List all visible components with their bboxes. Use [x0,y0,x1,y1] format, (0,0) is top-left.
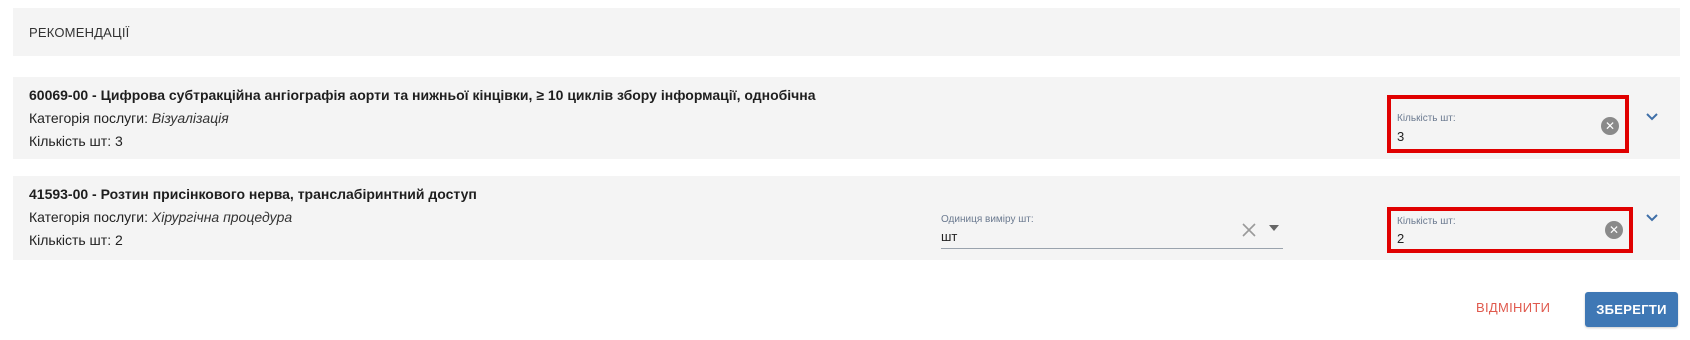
category-label: Категорія послуги: [29,209,148,225]
cancel-button[interactable]: ВІДМІНИТИ [1476,300,1550,315]
quantity-label: Кількість шт: [1397,113,1456,124]
item-title: 60069-00 - Цифрова субтракційна ангіогра… [29,87,816,103]
quantity-field[interactable]: Кількість шт: 3 ✕ [1387,95,1629,153]
unit-label: Одиниця виміру шт: [941,214,1034,225]
unit-select[interactable]: Одиниця виміру шт: шт [941,214,1283,249]
item-count: Кількість шт: 2 [29,232,123,248]
recommendation-item: 41593-00 - Розтин присінкового нерва, тр… [13,176,1680,260]
quantity-input[interactable]: 2 [1397,231,1404,246]
clear-circle-icon[interactable]: ✕ [1605,221,1623,239]
category-label: Категорія послуги: [29,110,148,126]
quantity-input[interactable]: 3 [1397,129,1404,144]
unit-value[interactable]: шт [941,229,957,244]
quantity-field[interactable]: Кількість шт: 2 ✕ [1387,207,1633,253]
recommendations-header: РЕКОМЕНДАЦІЇ [13,8,1680,56]
category-value: Хірургічна процедура [151,209,293,225]
item-category: Категорія послуги: Візуалізація [29,110,229,126]
close-icon[interactable] [1241,222,1257,238]
category-value: Візуалізація [151,110,229,126]
recommendation-item: 60069-00 - Цифрова субтракційна ангіогра… [13,77,1680,159]
chevron-down-icon[interactable] [1644,210,1660,226]
dropdown-arrow-icon[interactable] [1269,225,1279,231]
item-count: Кількість шт: 3 [29,133,123,149]
item-title: 41593-00 - Розтин присінкового нерва, тр… [29,186,477,202]
quantity-label: Кількість шт: [1397,216,1456,227]
item-category: Категорія послуги: Хірургічна процедура [29,209,292,225]
chevron-down-icon[interactable] [1644,109,1660,125]
clear-circle-icon[interactable]: ✕ [1601,117,1619,135]
section-title: РЕКОМЕНДАЦІЇ [29,24,130,40]
save-button[interactable]: ЗБЕРЕГТИ [1585,292,1678,327]
